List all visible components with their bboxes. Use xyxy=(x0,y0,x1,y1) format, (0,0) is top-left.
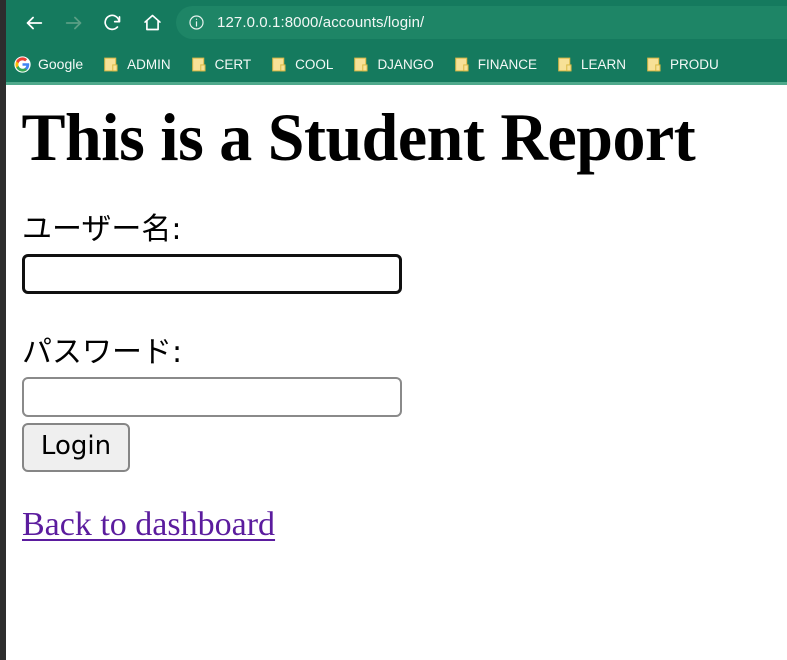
forward-button[interactable] xyxy=(58,7,89,38)
back-to-dashboard-link[interactable]: Back to dashboard xyxy=(22,507,275,543)
bookmark-cool[interactable]: COOL xyxy=(271,50,333,78)
folder-icon xyxy=(454,57,469,71)
bookmark-finance[interactable]: FINANCE xyxy=(454,50,537,78)
bookmark-label: LEARN xyxy=(580,56,626,72)
bookmark-learn[interactable]: LEARN xyxy=(557,50,626,78)
address-bar-url[interactable]: 127.0.0.1:8000/accounts/login/ xyxy=(217,14,424,31)
bookmark-label: PRODU xyxy=(669,56,719,72)
browser-chrome: 127.0.0.1:8000/accounts/login/ Google AD… xyxy=(0,0,787,85)
bookmark-label: Google xyxy=(38,56,84,72)
bookmark-django[interactable]: DJANGO xyxy=(353,50,434,78)
bookmarks-bar: Google ADMIN CERT COOL DJANGO FINANCE LE… xyxy=(0,46,787,82)
login-button[interactable]: Login xyxy=(22,423,130,473)
bookmark-label: CERT xyxy=(214,56,252,72)
folder-icon xyxy=(191,57,206,71)
bookmark-label: FINANCE xyxy=(477,56,537,72)
home-button[interactable] xyxy=(137,7,168,38)
forward-arrow-icon xyxy=(65,16,81,29)
bookmark-label: ADMIN xyxy=(127,56,171,72)
username-label: ユーザー名: xyxy=(22,212,182,247)
field-spacer xyxy=(22,294,787,336)
info-circle-icon[interactable] xyxy=(188,14,205,31)
reload-icon xyxy=(104,14,121,31)
folder-icon xyxy=(647,57,661,71)
folder-icon xyxy=(272,57,286,71)
bookmark-label: COOL xyxy=(295,56,334,72)
bookmark-produ[interactable]: PRODU xyxy=(646,50,719,78)
folder-icon xyxy=(558,57,572,71)
browser-toolbar: 127.0.0.1:8000/accounts/login/ xyxy=(0,0,787,45)
page-title: This is a Student Report xyxy=(21,99,696,175)
google-favicon-icon xyxy=(14,55,31,73)
bookmark-label: DJANGO xyxy=(377,56,434,72)
page-content: This is a Student Report ユーザー名: パスワード: L… xyxy=(6,85,787,660)
back-button[interactable] xyxy=(18,7,49,38)
bookmark-admin[interactable]: ADMIN xyxy=(103,50,171,78)
password-label: パスワード: xyxy=(22,335,183,370)
bookmark-google[interactable]: Google xyxy=(14,50,83,78)
bookmark-cert[interactable]: CERT xyxy=(191,50,252,78)
window-left-edge xyxy=(0,0,6,660)
reload-button[interactable] xyxy=(97,7,128,38)
back-arrow-icon xyxy=(26,16,42,29)
password-input[interactable] xyxy=(22,377,402,417)
login-form: ユーザー名: パスワード: Login Back to dashboard xyxy=(6,213,787,543)
browser-window: 127.0.0.1:8000/accounts/login/ Google AD… xyxy=(0,0,787,660)
chrome-bottom-divider xyxy=(0,82,787,85)
folder-icon xyxy=(104,57,118,71)
username-input[interactable] xyxy=(22,254,402,294)
home-icon xyxy=(144,14,161,31)
address-bar[interactable]: 127.0.0.1:8000/accounts/login/ xyxy=(176,6,787,39)
folder-icon xyxy=(354,57,368,71)
